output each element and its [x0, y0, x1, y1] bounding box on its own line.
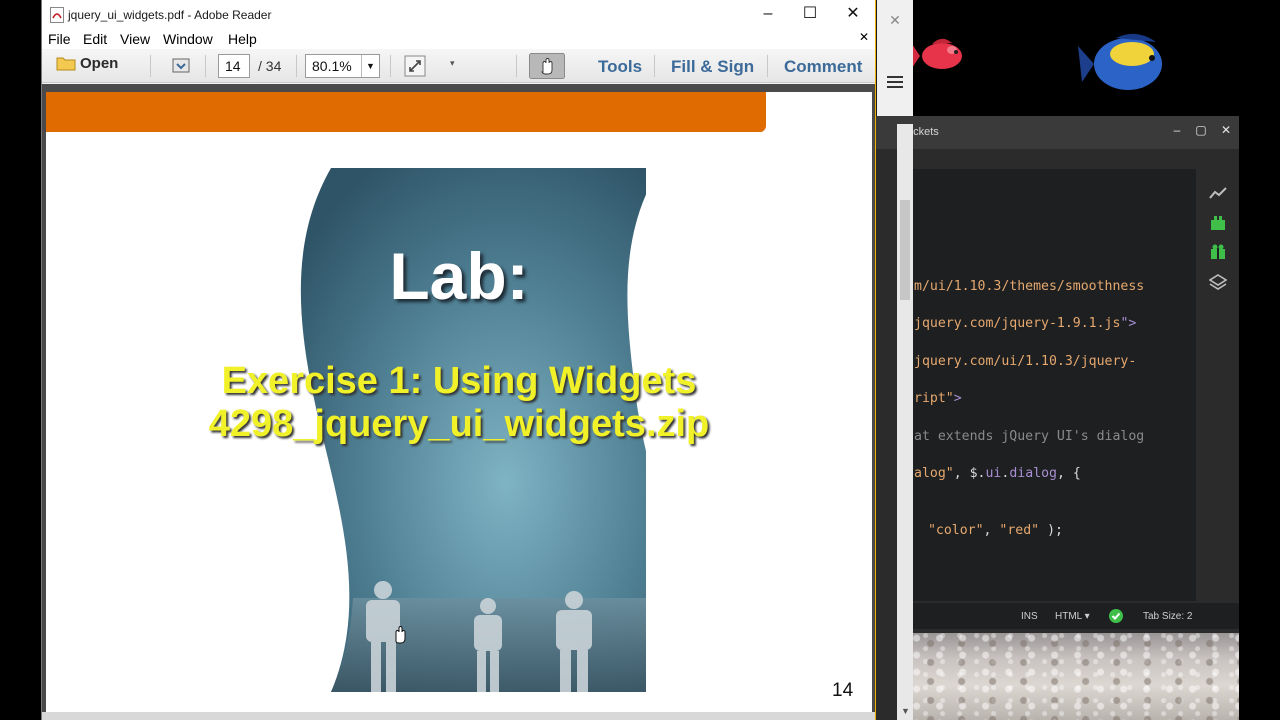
- reader-window-title: jquery_ui_widgets.pdf - Adobe Reader: [68, 8, 272, 22]
- tab-size-indicator[interactable]: Tab Size: 2: [1143, 611, 1192, 622]
- folder-icon: [56, 57, 76, 71]
- code-token: jquery.com/jquery-1.9.1.js: [914, 316, 1121, 331]
- code-token: m/ui/1.10.3/themes/smoothness: [914, 279, 1145, 294]
- code-token: , $.: [953, 466, 986, 481]
- open-button-label: Open: [80, 55, 119, 72]
- reader-menubar: File Edit View Window Help ✕: [42, 29, 875, 49]
- wallpaper-gravel: [912, 633, 1239, 720]
- live-preview-icon[interactable]: [1209, 185, 1227, 203]
- chevron-down-icon[interactable]: ▼: [361, 55, 379, 77]
- scrollbar-thumb[interactable]: [900, 200, 910, 300]
- document-viewport[interactable]: Lab: Exercise 1: Using Widgets 4298_jque…: [42, 84, 875, 720]
- language-selector[interactable]: HTML ▾: [1055, 611, 1090, 622]
- slide-title: Lab:: [389, 239, 529, 313]
- close-icon[interactable]: ✕: [877, 0, 913, 40]
- menu-edit[interactable]: Edit: [83, 31, 107, 47]
- hand-tool-icon[interactable]: [529, 53, 565, 79]
- print-save-icon[interactable]: [170, 56, 192, 76]
- adobe-reader-window: jquery_ui_widgets.pdf - Adobe Reader – ☐…: [41, 0, 876, 720]
- code-token: ">: [1120, 316, 1137, 331]
- menu-file[interactable]: File: [48, 31, 71, 47]
- reader-bottom-edge: [42, 712, 875, 720]
- brackets-window: ackets – ▢ ✕ m/ui/1.10.3/themes/smoothne…: [876, 116, 1239, 720]
- layers-icon[interactable]: [1209, 273, 1227, 291]
- fill-sign-button[interactable]: Fill & Sign: [671, 57, 754, 77]
- brackets-titlebar[interactable]: ackets – ▢ ✕: [876, 116, 1239, 149]
- code-token: at extends jQuery UI's dialog: [914, 429, 1145, 444]
- code-line[interactable]: jquery.com/ui/1.10.3/jquery-: [914, 354, 1136, 369]
- hamburger-menu-icon[interactable]: [887, 76, 903, 88]
- open-button[interactable]: Open: [56, 55, 118, 72]
- plugin-gift-icon[interactable]: [1209, 243, 1227, 261]
- code-line[interactable]: jquery.com/jquery-1.9.1.js">: [914, 316, 1136, 331]
- menu-help[interactable]: Help: [228, 31, 257, 47]
- lint-ok-icon[interactable]: [1109, 609, 1123, 623]
- hand-cursor-icon: [395, 626, 406, 644]
- blue-fish-wallpaper: [1078, 33, 1162, 90]
- code-editor[interactable]: m/ui/1.10.3/themes/smoothness jquery.com/…: [912, 169, 1196, 601]
- code-token: ,: [983, 523, 1000, 538]
- tools-button[interactable]: Tools: [598, 57, 642, 77]
- brackets-right-toolbar: [1196, 169, 1239, 601]
- fit-page-icon[interactable]: [404, 55, 426, 77]
- zoom-select[interactable]: 80.1% ▼: [305, 54, 380, 78]
- code-line[interactable]: alog", $.ui.dialog, {: [914, 466, 1081, 481]
- extension-manager-icon[interactable]: [1209, 214, 1227, 232]
- brackets-statusbar: INS HTML ▾ Tab Size: 2: [912, 603, 1239, 629]
- code-token: "color": [920, 523, 984, 538]
- menu-window[interactable]: Window: [163, 31, 213, 47]
- slide-header-band: [46, 92, 766, 132]
- pdf-file-icon: [50, 7, 64, 23]
- scroll-down-arrow-icon[interactable]: ▼: [901, 706, 910, 716]
- menu-view[interactable]: View: [120, 31, 150, 47]
- desktop: ✕ ackets – ▢ ✕ m/ui/1.10.3/themes/smooth…: [0, 0, 1280, 720]
- comment-button[interactable]: Comment: [784, 57, 862, 77]
- page-number-input[interactable]: 14: [218, 54, 250, 78]
- minimize-icon[interactable]: –: [746, 0, 790, 29]
- slide-zip-line: 4298_jquery_ui_widgets.zip: [208, 403, 710, 445]
- code-token: ui: [985, 466, 1002, 481]
- reader-toolbar: Open 14 / 34 80.1% ▼ ▾ Tools Fill & Sign…: [42, 49, 875, 83]
- close-document-icon[interactable]: ✕: [859, 30, 869, 44]
- code-token: alog": [914, 466, 954, 481]
- slide-page-number: 14: [832, 680, 854, 701]
- red-fish-wallpaper: [912, 38, 962, 69]
- code-token: "red": [999, 523, 1040, 538]
- close-icon[interactable]: ✕: [831, 0, 875, 29]
- close-icon[interactable]: ✕: [1219, 123, 1233, 137]
- page-total: / 34: [258, 58, 282, 74]
- insert-mode-indicator[interactable]: INS: [1021, 611, 1038, 622]
- code-token: );: [1039, 523, 1063, 538]
- maximize-icon[interactable]: ▢: [1194, 123, 1208, 137]
- minimize-icon[interactable]: –: [1170, 123, 1184, 137]
- more-tools-chevron-icon[interactable]: ▾: [450, 58, 455, 69]
- maximize-icon[interactable]: ☐: [788, 0, 832, 29]
- code-line[interactable]: ript">: [914, 391, 962, 406]
- code-token: ript": [914, 391, 954, 406]
- code-token: , {: [1056, 466, 1081, 481]
- code-line[interactable]: at extends jQuery UI's dialog: [914, 429, 1144, 444]
- code-token: jquery.com/ui/1.10.3/jquery-: [914, 354, 1137, 369]
- code-line[interactable]: "color", "red" );: [920, 523, 1063, 538]
- code-token: dialog: [1009, 466, 1057, 481]
- pdf-page[interactable]: Lab: Exercise 1: Using Widgets 4298_jque…: [46, 92, 872, 712]
- code-line[interactable]: m/ui/1.10.3/themes/smoothness: [914, 279, 1144, 294]
- vertical-scrollbar[interactable]: ▼: [897, 124, 913, 720]
- reader-titlebar[interactable]: jquery_ui_widgets.pdf - Adobe Reader – ☐…: [42, 0, 875, 29]
- slide-exercise-line: Exercise 1: Using Widgets: [221, 360, 697, 402]
- code-token: >: [953, 391, 962, 406]
